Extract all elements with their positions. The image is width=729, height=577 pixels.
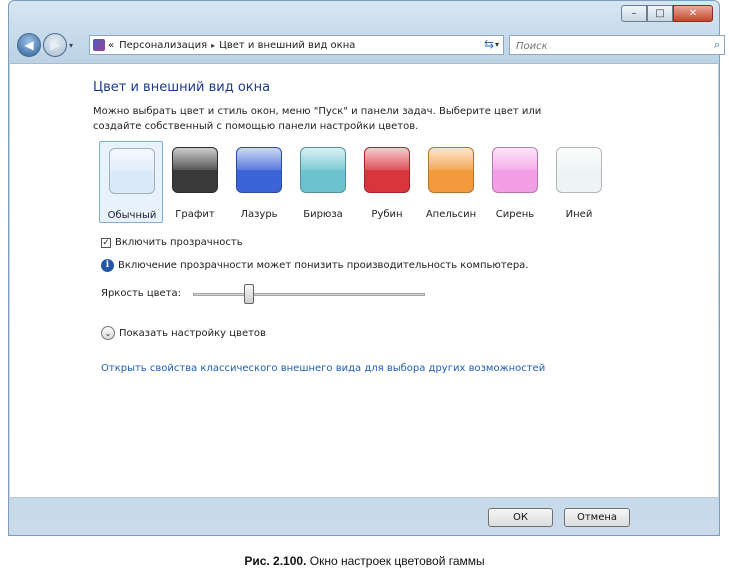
swatch-label: Апельсин [425,209,477,220]
swatch-label: Рубин [371,209,403,220]
figure-number: Рис. 2.100. [244,554,307,568]
chevron-down-icon[interactable]: ⌄ [101,326,115,340]
transparency-label[interactable]: Включить прозрачность [115,237,243,248]
nav-buttons: ◀ ▶ ▾ [17,33,73,57]
minimize-button[interactable]: – [621,5,647,22]
ok-button[interactable]: ОК [488,508,553,527]
swatch-label: Сирень [495,209,535,220]
maximize-button[interactable]: □ [647,5,673,22]
info-icon: i [101,259,114,272]
swatch-color-tile[interactable] [172,147,218,193]
breadcrumb-window-color[interactable]: Цвет и внешний вид окна [219,40,355,51]
swatch-color-tile[interactable] [236,147,282,193]
search-icon[interactable]: ⌕ [714,38,720,52]
forward-arrow-icon[interactable]: ▶ [43,33,67,57]
swatch-2[interactable]: Лазурь [227,141,291,223]
swatch-7[interactable]: Иней [547,141,611,223]
brightness-label: Яркость цвета: [101,288,182,299]
search-box[interactable]: ⌕ [509,35,725,55]
info-row: i Включение прозрачности может понизить … [101,259,528,272]
info-text: Включение прозрачности может понизить пр… [118,260,529,271]
swatch-label: Бирюза [303,209,343,220]
swatch-1[interactable]: Графит [163,141,227,223]
brightness-slider-track[interactable] [193,293,425,296]
swatch-label: Лазурь [240,209,278,220]
figure-caption: Рис. 2.100. Окно настроек цветовой гаммы [0,554,729,568]
swatch-3[interactable]: Бирюза [291,141,355,223]
history-dropdown-icon[interactable]: ▾ [69,41,73,50]
color-mixer-label[interactable]: Показать настройку цветов [119,328,266,339]
footer-divider [10,497,718,498]
transparency-checkbox[interactable]: ✓ [101,237,111,248]
control-panel-icon [93,39,105,51]
swatch-0[interactable]: Обычный [99,141,163,223]
classic-appearance-link[interactable]: Открыть свойства классического внешнего … [101,363,545,374]
swatch-label: Иней [565,209,593,220]
swatch-color-tile[interactable] [300,147,346,193]
page-title: Цвет и внешний вид окна [93,80,271,95]
color-mixer-toggle[interactable]: ⌄ Показать настройку цветов [101,326,266,340]
swatch-color-tile[interactable] [556,147,602,193]
address-bar[interactable]: « Персонализация ▸ Цвет и внешний вид ок… [89,35,504,55]
swatch-label: Обычный [107,210,157,221]
swatch-color-tile[interactable] [364,147,410,193]
brightness-slider-thumb[interactable] [244,284,254,304]
breadcrumb-personalization[interactable]: Персонализация [119,40,207,51]
figure-text: Окно настроек цветовой гаммы [306,554,485,568]
refresh-icon[interactable]: ⇆ [479,37,499,53]
caption-buttons: – □ ✕ [621,5,713,22]
cancel-button[interactable]: Отмена [564,508,630,527]
back-arrow-icon[interactable]: ◀ [17,33,41,57]
search-input[interactable] [514,37,698,55]
color-swatches: Обычный Графит Лазурь Бирюза Рубин Апельсин Си… [99,141,611,223]
swatch-color-tile[interactable] [428,147,474,193]
swatch-4[interactable]: Рубин [355,141,419,223]
swatch-label: Графит [175,209,215,220]
swatch-5[interactable]: Апельсин [419,141,483,223]
transparency-row[interactable]: ✓ Включить прозрачность [101,237,243,248]
page-description: Можно выбрать цвет и стиль окон, меню "П… [93,106,542,132]
swatch-color-tile[interactable] [492,147,538,193]
breadcrumb-prefix[interactable]: « [108,40,114,51]
swatch-6[interactable]: Сирень [483,141,547,223]
close-button[interactable]: ✕ [673,5,713,22]
breadcrumb-separator-icon[interactable]: ▸ [211,41,215,50]
swatch-color-tile[interactable] [109,148,155,194]
